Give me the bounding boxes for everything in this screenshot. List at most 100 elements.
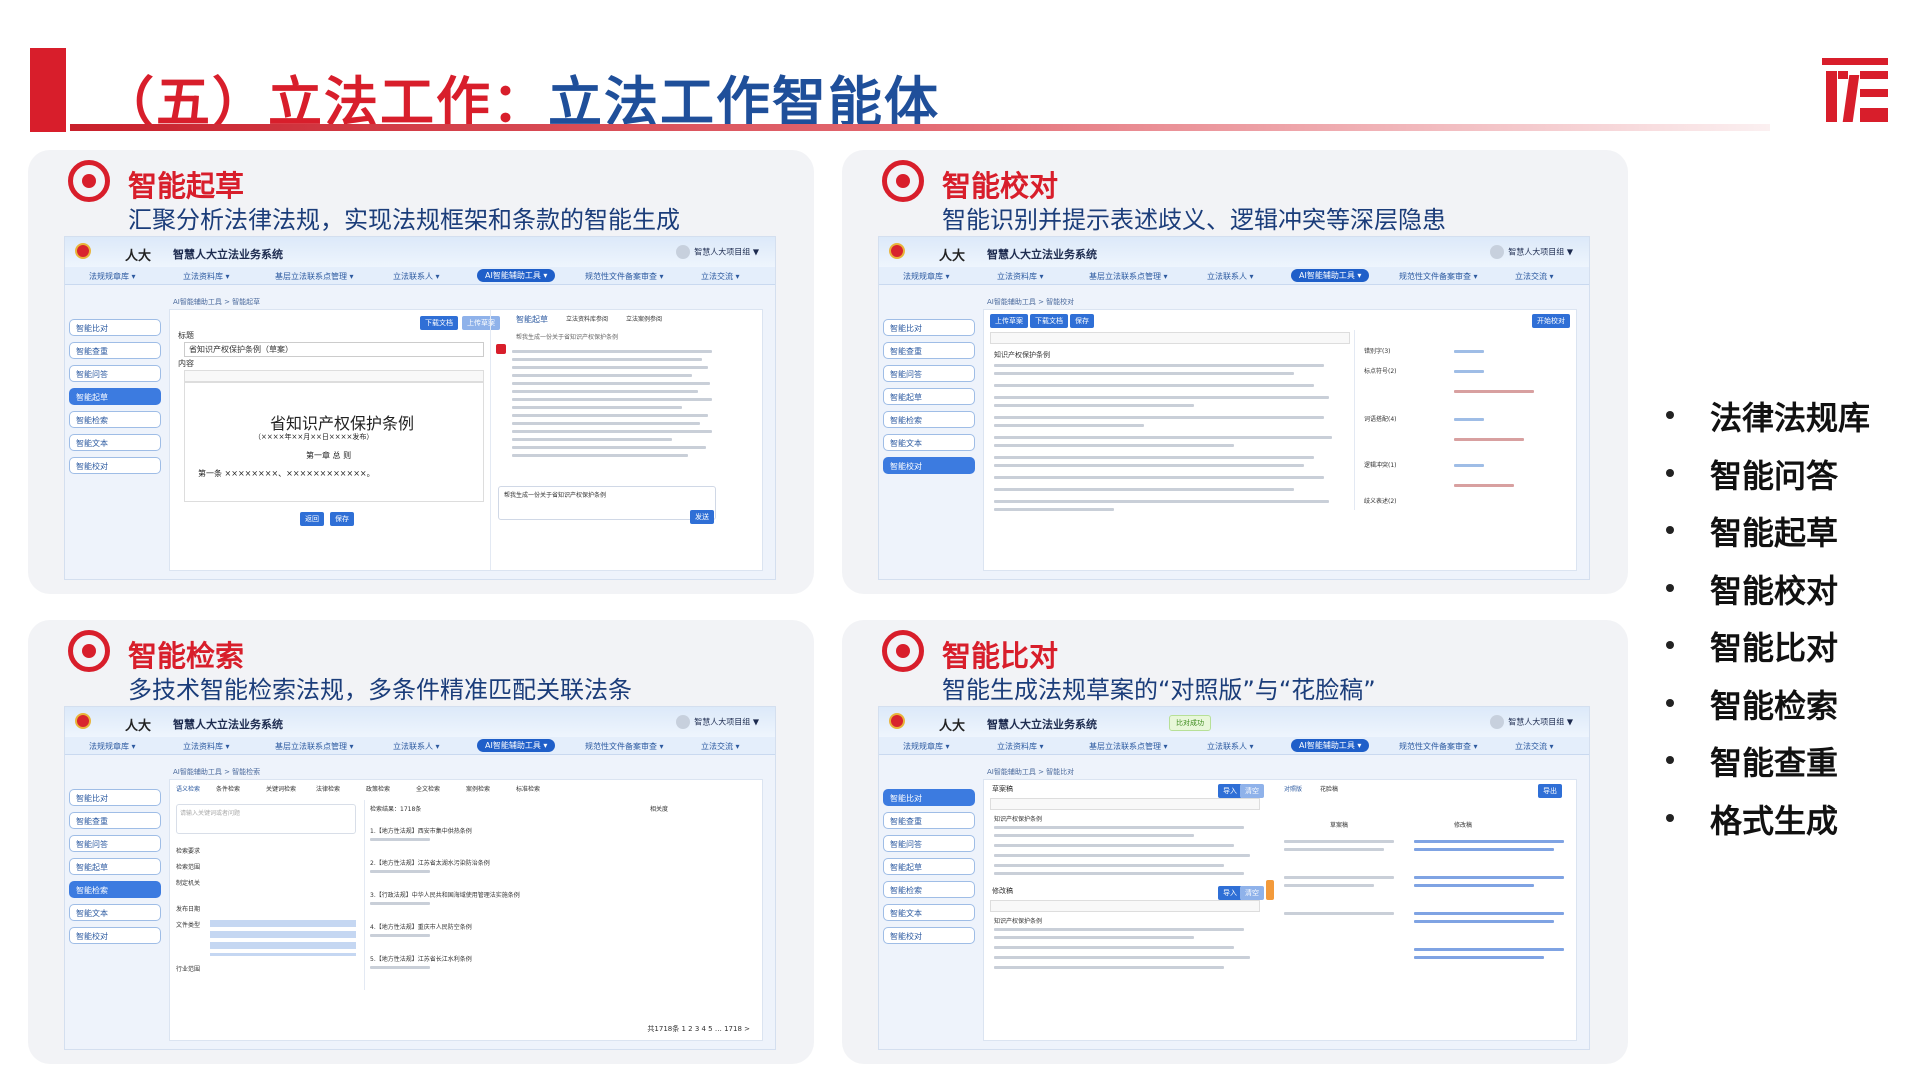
- upload-button[interactable]: 上传草案: [462, 316, 500, 330]
- import-button[interactable]: 导入: [1218, 886, 1242, 900]
- nav-item-active[interactable]: AI智能辅助工具 ▾: [477, 739, 556, 752]
- tab-markup[interactable]: 花脸稿: [1320, 784, 1338, 793]
- issue-collocation[interactable]: 词语搭配(4): [1364, 414, 1397, 423]
- sidebar-item[interactable]: 智能查重: [883, 812, 975, 829]
- sidebar-item[interactable]: 智能问答: [883, 835, 975, 852]
- sidebar-item[interactable]: 智能检索: [69, 411, 161, 428]
- issue-typo[interactable]: 错别字(3): [1364, 346, 1391, 355]
- nav-item[interactable]: 法规规章库 ▾: [89, 271, 136, 282]
- nav-item[interactable]: 基层立法联系点管理 ▾: [1089, 741, 1168, 752]
- tab-reference[interactable]: 立法资料库参阅: [566, 314, 608, 323]
- user-menu[interactable]: 智慧人大项目组 ▼: [1490, 715, 1573, 729]
- sidebar-item[interactable]: 智能比对: [69, 319, 161, 336]
- sidebar-item-active[interactable]: 智能起草: [69, 388, 161, 405]
- search-tab[interactable]: 法律检索: [316, 784, 340, 793]
- download-button[interactable]: 下载文档: [1030, 314, 1068, 328]
- nav-item[interactable]: 立法资料库 ▾: [997, 741, 1044, 752]
- user-menu[interactable]: 智慧人大项目组 ▼: [676, 715, 759, 729]
- sidebar-item[interactable]: 智能检索: [883, 411, 975, 428]
- upload-button[interactable]: 上传草案: [990, 314, 1028, 328]
- result-item[interactable]: 4.【地方性法规】重庆市人民防空条例: [370, 922, 472, 931]
- nav-item-active[interactable]: AI智能辅助工具 ▾: [477, 269, 556, 282]
- back-button[interactable]: 返回: [300, 512, 324, 526]
- doc-type-grid[interactable]: [210, 920, 356, 956]
- start-proof-button[interactable]: 开始校对: [1532, 314, 1570, 328]
- result-item[interactable]: 5.【地方性法规】江苏省长江水利条例: [370, 954, 472, 963]
- sidebar-item-active[interactable]: 智能校对: [883, 457, 975, 474]
- nav-item[interactable]: 基层立法联系点管理 ▾: [275, 741, 354, 752]
- nav-item[interactable]: 规范性文件备案审查 ▾: [585, 741, 664, 752]
- sidebar-item[interactable]: 智能文本: [69, 434, 161, 451]
- search-tab[interactable]: 语义检索: [176, 784, 200, 793]
- search-tab[interactable]: 标准检索: [516, 784, 540, 793]
- nav-item[interactable]: 立法交流 ▾: [701, 271, 740, 282]
- editor-toolbar[interactable]: [990, 332, 1350, 344]
- sidebar-item[interactable]: 智能比对: [883, 319, 975, 336]
- issue-ambiguity[interactable]: 歧义表述(2): [1364, 496, 1397, 505]
- sidebar-item[interactable]: 智能查重: [69, 812, 161, 829]
- result-item[interactable]: 2.【地方性法规】江苏省太湖水污染防治条例: [370, 858, 490, 867]
- sidebar-item[interactable]: 智能查重: [883, 342, 975, 359]
- nav-item-active[interactable]: AI智能辅助工具 ▾: [1291, 269, 1370, 282]
- export-button[interactable]: 导出: [1538, 784, 1562, 798]
- send-button[interactable]: 发送: [690, 510, 714, 524]
- result-item[interactable]: 1.【地方性法规】西安市集中供热条例: [370, 826, 472, 835]
- sidebar-item[interactable]: 智能问答: [69, 365, 161, 382]
- editor-body[interactable]: [184, 382, 484, 502]
- editor-toolbar[interactable]: [184, 370, 484, 382]
- nav-item[interactable]: 规范性文件备案审查 ▾: [1399, 741, 1478, 752]
- sidebar-item-active[interactable]: 智能检索: [69, 881, 161, 898]
- nav-item[interactable]: 法规规章库 ▾: [903, 271, 950, 282]
- save-button[interactable]: 保存: [330, 512, 354, 526]
- sidebar-item[interactable]: 智能问答: [883, 365, 975, 382]
- result-item[interactable]: 3.【行政法规】中华人民共和国海域使用管理法实施条例: [370, 890, 520, 899]
- nav-item[interactable]: 立法资料库 ▾: [997, 271, 1044, 282]
- nav-item[interactable]: 立法交流 ▾: [1515, 741, 1554, 752]
- sidebar-item[interactable]: 智能查重: [69, 342, 161, 359]
- tab-comparison[interactable]: 对照版: [1284, 784, 1302, 793]
- search-tab[interactable]: 关键词检索: [266, 784, 296, 793]
- tab-cases[interactable]: 立法案例参阅: [626, 314, 662, 323]
- search-tab[interactable]: 政策检索: [366, 784, 390, 793]
- issue-punctuation[interactable]: 标点符号(2): [1364, 366, 1397, 375]
- nav-item[interactable]: 法规规章库 ▾: [903, 741, 950, 752]
- user-menu[interactable]: 智慧人大项目组 ▼: [676, 245, 759, 259]
- sidebar-item[interactable]: 智能文本: [883, 434, 975, 451]
- pagination[interactable]: 共1718条 1 2 3 4 5 … 1718 >: [647, 1024, 750, 1034]
- nav-item[interactable]: 立法联系人 ▾: [1207, 741, 1254, 752]
- sidebar-item[interactable]: 智能校对: [69, 927, 161, 944]
- sidebar-item[interactable]: 智能起草: [883, 858, 975, 875]
- sidebar-item[interactable]: 智能文本: [883, 904, 975, 921]
- nav-item[interactable]: 立法资料库 ▾: [183, 271, 230, 282]
- sidebar-item[interactable]: 智能检索: [883, 881, 975, 898]
- tab-draft[interactable]: 智能起草: [516, 314, 548, 325]
- clear-button[interactable]: 清空: [1240, 886, 1264, 900]
- user-menu[interactable]: 智慧人大项目组 ▼: [1490, 245, 1573, 259]
- sidebar-item-active[interactable]: 智能比对: [883, 789, 975, 806]
- swap-handle-icon[interactable]: [1266, 880, 1274, 900]
- sidebar-item[interactable]: 智能校对: [883, 927, 975, 944]
- nav-item[interactable]: 立法交流 ▾: [701, 741, 740, 752]
- nav-item[interactable]: 规范性文件备案审查 ▾: [1399, 271, 1478, 282]
- sidebar-item[interactable]: 智能校对: [69, 457, 161, 474]
- nav-item[interactable]: 法规规章库 ▾: [89, 741, 136, 752]
- sort-select[interactable]: 相关度: [650, 804, 668, 813]
- nav-item[interactable]: 立法资料库 ▾: [183, 741, 230, 752]
- nav-item[interactable]: 立法联系人 ▾: [1207, 271, 1254, 282]
- search-tab[interactable]: 全文检索: [416, 784, 440, 793]
- sidebar-item[interactable]: 智能比对: [69, 789, 161, 806]
- title-input[interactable]: 省知识产权保护条例（草案）: [184, 342, 484, 357]
- nav-item[interactable]: 立法联系人 ▾: [393, 271, 440, 282]
- sidebar-item[interactable]: 智能起草: [69, 858, 161, 875]
- nav-item[interactable]: 基层立法联系点管理 ▾: [1089, 271, 1168, 282]
- editor-toolbar[interactable]: [990, 900, 1260, 912]
- sidebar-item[interactable]: 智能起草: [883, 388, 975, 405]
- editor-toolbar[interactable]: [990, 798, 1260, 810]
- nav-item[interactable]: 基层立法联系点管理 ▾: [275, 271, 354, 282]
- import-button[interactable]: 导入: [1218, 784, 1242, 798]
- nav-item-active[interactable]: AI智能辅助工具 ▾: [1291, 739, 1370, 752]
- download-button[interactable]: 下载文档: [420, 316, 458, 330]
- nav-item[interactable]: 立法联系人 ▾: [393, 741, 440, 752]
- sidebar-item[interactable]: 智能问答: [69, 835, 161, 852]
- sidebar-item[interactable]: 智能文本: [69, 904, 161, 921]
